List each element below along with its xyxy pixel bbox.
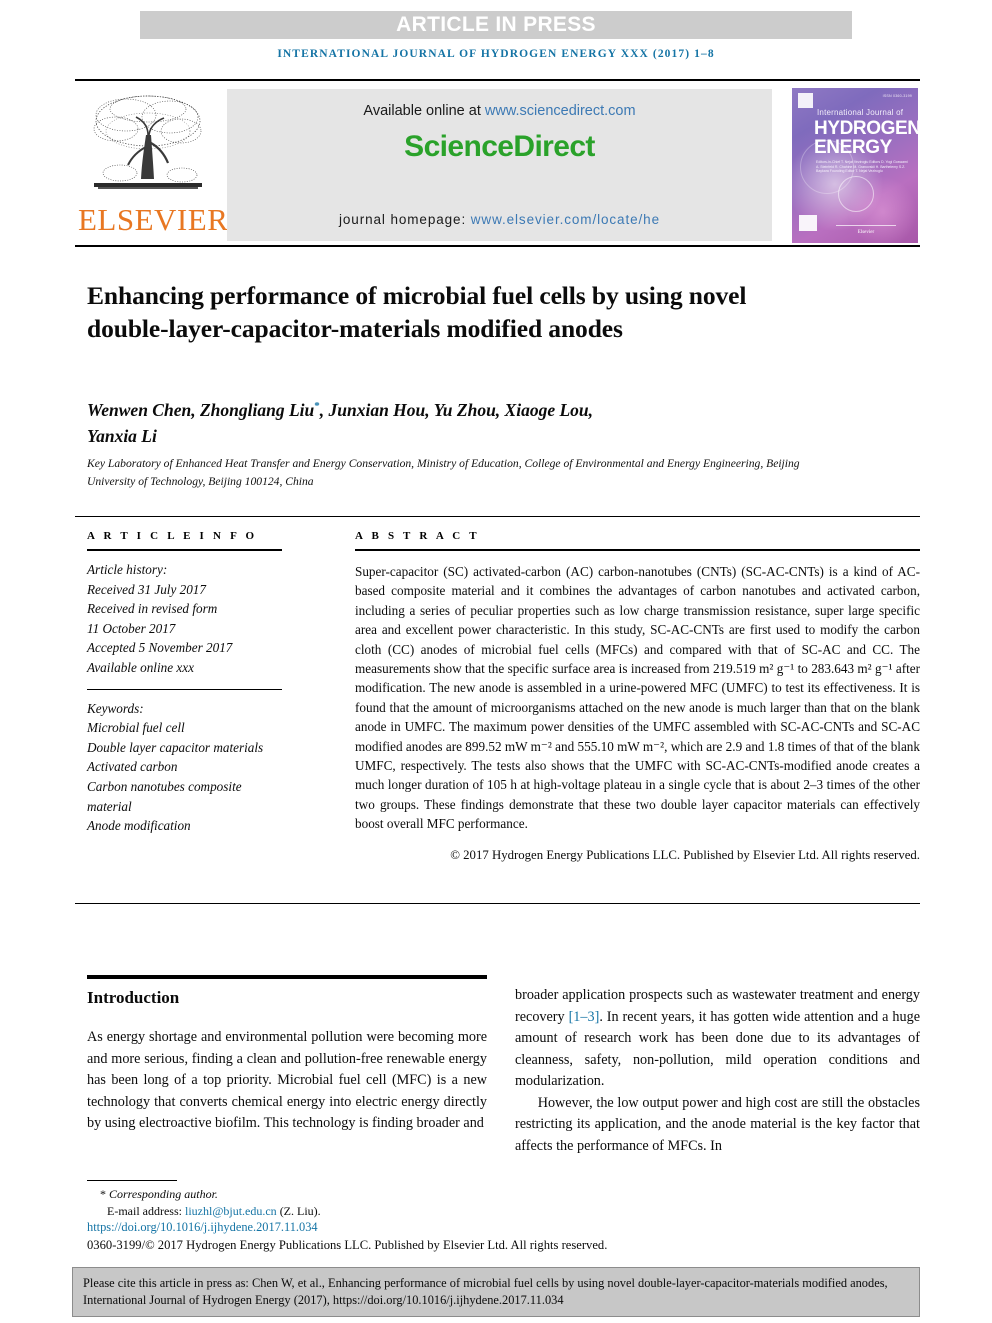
sciencedirect-logo[interactable]: ScienceDirect	[227, 130, 772, 164]
doi-line: https://doi.org/10.1016/j.ijhydene.2017.…	[87, 1219, 707, 1236]
cover-divider	[836, 225, 896, 226]
article-history-item: Available online xxx	[87, 659, 194, 675]
journal-homepage-line: journal homepage: www.elsevier.com/locat…	[227, 212, 772, 227]
article-history-item: Received 31 July 2017	[87, 581, 206, 597]
keywords-label: Keywords:	[87, 700, 144, 716]
introduction-right-column: broader application prospects such as wa…	[515, 985, 920, 1157]
introduction-heading: Introduction	[87, 988, 180, 1007]
article-info-divider	[87, 688, 282, 690]
elsevier-wordmark: ELSEVIER	[78, 202, 229, 237]
keyword-item: Anode modification	[87, 818, 191, 834]
author-list: Wenwen Chen, Zhongliang Liu*, Junxian Ho…	[87, 393, 827, 449]
article-info-heading: A R T I C L E I N F O	[87, 530, 258, 542]
introduction-left-column: Introduction As energy shortage and envi…	[87, 975, 487, 1149]
doi-link[interactable]: https://doi.org/10.1016/j.ijhydene.2017.…	[87, 1220, 318, 1234]
email-address-label: E-mail address:	[107, 1203, 185, 1218]
sciencedirect-url-link[interactable]: www.sciencedirect.com	[485, 103, 636, 119]
keyword-item: Activated carbon	[87, 759, 178, 775]
available-online-prefix: Available online at	[363, 103, 485, 119]
article-in-press-banner: ARTICLE IN PRESS	[140, 11, 852, 39]
cover-title-energy: ENERGY	[814, 137, 892, 158]
cover-publisher-label: Elsevier	[857, 230, 875, 235]
citation-link-1-3[interactable]: [1–3]	[569, 1009, 600, 1025]
keyword-item: Microbial fuel cell	[87, 720, 185, 736]
available-online-line: Available online at www.sciencedirect.co…	[227, 103, 772, 119]
cover-logo-mark	[798, 93, 813, 108]
cover-title-hydrogen: HYDROGEN	[814, 118, 918, 139]
article-info-column: A R T I C L E I N F O Article history: R…	[87, 530, 305, 836]
cover-editors-text: Editors-in-Chief T. Nejat Veziroglu Edit…	[816, 160, 908, 174]
abstract-heading: A B S T R A C T	[355, 530, 480, 542]
cover-society-badge	[799, 215, 817, 231]
article-history-item: Accepted 5 November 2017	[87, 640, 233, 656]
corresponding-author-note: * Corresponding author.	[87, 1186, 707, 1203]
corresponding-author-label: Corresponding author.	[109, 1187, 218, 1201]
email-link[interactable]: liuzhl@bjut.edu.cn	[185, 1204, 277, 1218]
journal-running-head: INTERNATIONAL JOURNAL OF HYDROGEN ENERGY…	[277, 48, 715, 60]
article-history-item: Received in revised form	[87, 601, 218, 617]
introduction-heading-rule	[87, 975, 487, 979]
introduction-paragraph-2: However, the low output power and high c…	[515, 1094, 920, 1154]
cite-this-article-box: Please cite this article in press as: Ch…	[72, 1267, 920, 1317]
email-note: E-mail address: liuzhl@bjut.edu.cn (Z. L…	[87, 1203, 707, 1220]
cite-this-article-text: Please cite this article in press as: Ch…	[83, 1276, 888, 1307]
email-owner: (Z. Liu).	[276, 1203, 321, 1218]
abstract-text: Super-capacitor (SC) activated-carbon (A…	[355, 564, 920, 832]
introduction-paragraph: As energy shortage and environmental pol…	[87, 1029, 487, 1131]
sciencedirect-panel: Available online at www.sciencedirect.co…	[227, 89, 772, 241]
keyword-item: material	[87, 798, 132, 814]
abstract-heading-rule	[355, 549, 920, 551]
cover-issn-label: ISSN 0360-3199	[882, 94, 912, 98]
author-names-line2: Yanxia Li	[87, 425, 157, 446]
journal-masthead: ELSEVIER Available online at www.science…	[75, 79, 920, 247]
journal-homepage-link[interactable]: www.elsevier.com/locate/he	[471, 212, 660, 227]
journal-cover-image: ISSN 0360-3199 International Journal of …	[792, 88, 918, 243]
keywords-block: Keywords: Microbial fuel cell Double lay…	[87, 699, 305, 836]
article-history-block: Article history: Received 31 July 2017 R…	[87, 560, 305, 678]
article-in-press-label: ARTICLE IN PRESS	[396, 13, 596, 36]
abstract-copyright: © 2017 Hydrogen Energy Publications LLC.…	[450, 847, 920, 862]
issn-copyright-line: 0360-3199/© 2017 Hydrogen Energy Publica…	[87, 1237, 608, 1252]
footnote-block: * Corresponding author. E-mail address: …	[87, 1186, 707, 1254]
abstract-column: A B S T R A C T Super-capacitor (SC) act…	[355, 530, 920, 864]
author-names-part2: , Junxian Hou, Yu Zhou, Xiaoge Lou,	[319, 399, 594, 420]
elsevier-tree-icon	[93, 95, 202, 189]
journal-homepage-prefix: journal homepage:	[338, 212, 471, 227]
footnote-star-marker: *	[100, 1187, 106, 1201]
abstract-section-top-rule	[75, 516, 920, 517]
elsevier-logo: ELSEVIER	[78, 91, 229, 241]
introduction-paragraph-continued: broader application prospects such as wa…	[515, 985, 920, 1093]
author-names-part1: Wenwen Chen, Zhongliang Liu	[87, 399, 315, 420]
keyword-item: Double layer capacitor materials	[87, 739, 264, 755]
article-history-item: 11 October 2017	[87, 620, 176, 636]
article-info-heading-rule	[87, 549, 282, 551]
author-affiliation: Key Laboratory of Enhanced Heat Transfer…	[87, 457, 800, 488]
abstract-section-bottom-rule	[75, 903, 920, 904]
footnote-divider	[87, 1180, 177, 1181]
cover-journal-prefix: International Journal of	[817, 108, 904, 117]
page-title: Enhancing performance of microbial fuel …	[87, 281, 747, 344]
cover-circle-graphic	[838, 176, 874, 212]
keyword-item: Carbon nanotubes composite	[87, 778, 242, 794]
article-history-label: Article history:	[87, 562, 168, 577]
